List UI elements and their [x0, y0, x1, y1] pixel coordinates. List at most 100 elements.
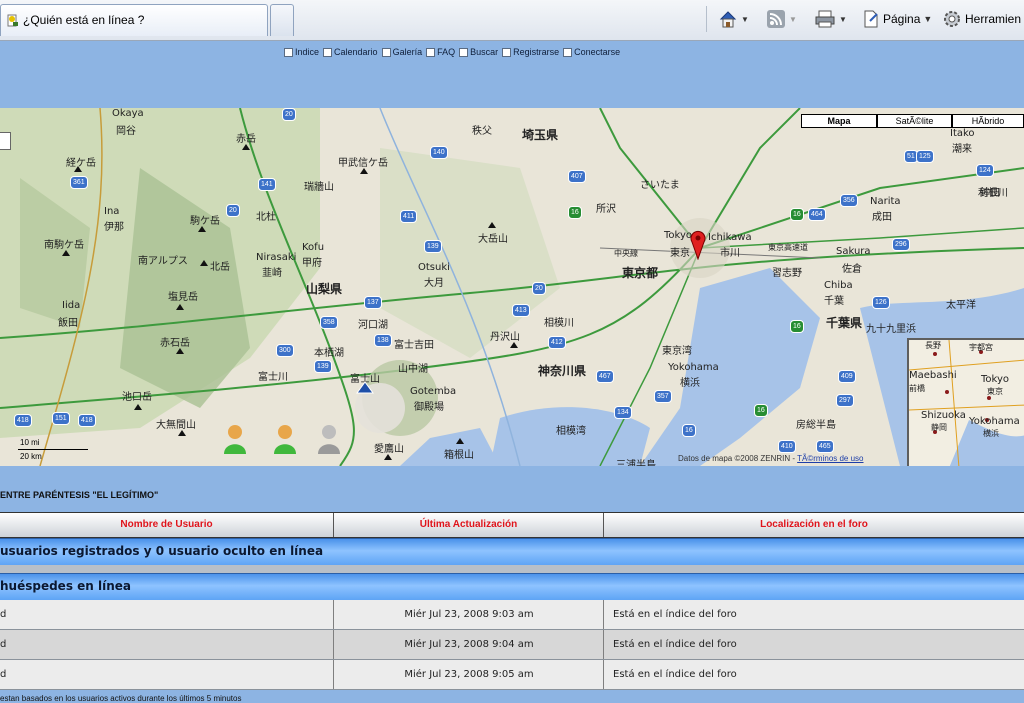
route-shield: 139	[314, 360, 332, 373]
map-label: 潮来	[952, 144, 972, 155]
page-menu-button[interactable]: Página ▼	[862, 8, 932, 30]
map-label: 相模湾	[556, 426, 586, 437]
map-label: 富士吉田	[394, 340, 434, 351]
map-label: 南アルプス	[138, 256, 188, 267]
map-label: 箱根山	[444, 450, 474, 461]
pan-control-button[interactable]	[0, 132, 11, 150]
map-label: 塩見岳	[168, 292, 198, 303]
nav-conectarse-link[interactable]: Conectarse	[563, 47, 620, 57]
map-type-satellite-button[interactable]: SatÃ©lite	[877, 114, 952, 128]
overview-map-background	[909, 340, 1024, 466]
guest-user-gray-icon[interactable]	[316, 423, 342, 455]
login-icon	[563, 47, 573, 57]
online-user-green-icon[interactable]	[272, 423, 298, 455]
map-label: 山中湖	[398, 364, 428, 375]
map-label: Yokohama	[668, 362, 719, 373]
new-tab-button[interactable]	[270, 4, 294, 36]
nav-calendario-link[interactable]: Calendario	[323, 47, 378, 57]
route-shield: 465	[816, 440, 834, 453]
map-label: 伊那	[104, 222, 124, 233]
route-shield: 151	[52, 412, 70, 425]
map-label: 大岳山	[478, 234, 508, 245]
table-header: Nombre de Usuario Última Actualización L…	[0, 512, 1024, 538]
map-type-hybrid-button[interactable]: HÃ­brido	[952, 114, 1024, 128]
printer-icon	[815, 10, 835, 28]
map-label: Sakura	[836, 246, 871, 257]
map-label: 駒ケ岳	[190, 216, 220, 227]
map-label: 南駒ケ岳	[44, 240, 84, 251]
route-shield: 412	[548, 336, 566, 349]
nav-buscar-link[interactable]: Buscar	[459, 47, 498, 57]
map-label: 佐倉	[842, 264, 862, 275]
overview-label: 前橋	[909, 384, 925, 393]
route-shield: 16	[682, 424, 696, 437]
online-user-green-icon[interactable]	[222, 423, 248, 455]
nav-faq-link[interactable]: FAQ	[426, 47, 455, 57]
tools-menu-button[interactable]: Herramien	[942, 8, 1021, 30]
route-shield: 411	[400, 210, 418, 223]
map-type-control: Mapa SatÃ©lite HÃ­brido	[801, 114, 1024, 128]
nav-indice-link[interactable]: Indice	[284, 47, 319, 57]
page-menu-label: Página	[883, 12, 921, 26]
map-type-map-button[interactable]: Mapa	[801, 114, 877, 128]
feeds-button[interactable]: ▼	[766, 8, 797, 30]
mountain-peak-icon	[456, 438, 464, 444]
nav-label: FAQ	[437, 47, 456, 57]
group-guests-label: huéspedes en línea	[0, 579, 132, 593]
scale-km-label: 20 km	[20, 452, 42, 461]
mount-fuji-icon	[356, 381, 374, 394]
forum-nav-links: Indice Calendario Galería FAQ Buscar Reg…	[284, 47, 620, 57]
map-copyright: Datos de mapa ©2008 ZENRIN - TÃ©rminos d…	[678, 454, 864, 463]
map-label: 三浦半島	[616, 460, 656, 466]
table-row: d Miér Jul 23, 2008 9:04 am Está en el í…	[0, 630, 1024, 660]
nav-label: Calendario	[334, 47, 378, 57]
home-button[interactable]: ▼	[718, 8, 749, 30]
mountain-peak-icon	[176, 304, 184, 310]
scale-mi-label: 10 mi	[20, 438, 40, 447]
route-shield: 358	[320, 316, 338, 329]
page-icon	[864, 10, 878, 28]
row-username[interactable]: d	[0, 669, 6, 680]
mountain-peak-icon	[510, 342, 518, 348]
table-row: d Miér Jul 23, 2008 9:03 am Está en el í…	[0, 600, 1024, 630]
search-icon	[459, 47, 469, 57]
terms-of-use-link[interactable]: TÃ©rminos de uso	[797, 454, 863, 463]
location-marker-icon[interactable]	[690, 230, 706, 260]
map-label: 河口湖	[358, 320, 388, 331]
nav-label: Buscar	[470, 47, 499, 57]
google-map[interactable]: Okaya 岡谷 赤岳 秩父 埼玉県 Itako 潮来 経ケ岳 甲武信ケ岳 瑞牆…	[0, 108, 1024, 466]
route-shield: 125	[916, 150, 934, 163]
print-button[interactable]: ▼	[814, 8, 847, 30]
map-label: Ina	[104, 206, 120, 217]
row-username[interactable]: d	[0, 639, 6, 650]
route-shield: 357	[654, 390, 672, 403]
browser-tab-active[interactable]: ¿Quién está en línea ?	[0, 4, 268, 36]
map-label: 中央線	[614, 249, 638, 258]
map-label: 東京	[670, 248, 690, 259]
route-shield: 300	[276, 344, 294, 357]
overview-map[interactable]: 長野 宇都宮 Maebashi 前橋 Tokyo 東京 Shizuoka 静岡 …	[907, 338, 1024, 466]
map-label: 愛鷹山	[374, 444, 404, 455]
map-label: 池口岳	[122, 392, 152, 403]
calendar-icon	[323, 47, 333, 57]
feeds-dropdown-icon[interactable]: ▼	[789, 15, 797, 24]
map-label: 房総半島	[796, 420, 836, 431]
home-dropdown-icon[interactable]: ▼	[741, 15, 749, 24]
mountain-peak-icon	[134, 404, 142, 410]
tab-title: ¿Quién está en línea ?	[23, 13, 145, 27]
section-title: ENTRE PARÉNTESIS "EL LEGÍTIMO"	[0, 490, 159, 500]
nav-galeria-link[interactable]: Galería	[381, 47, 422, 57]
row-username[interactable]: d	[0, 609, 6, 620]
map-label: Itako	[950, 128, 975, 139]
map-label: Okaya	[112, 108, 144, 119]
browser-toolbar: ¿Quién está en línea ? ▼ ▼ ▼ Página ▼ He…	[0, 0, 1024, 41]
nav-registrarse-link[interactable]: Registrarse	[502, 47, 559, 57]
nav-label: Indice	[295, 47, 320, 57]
print-dropdown-icon[interactable]: ▼	[839, 15, 847, 24]
route-shield: 16	[790, 208, 804, 221]
forum-header: Indice Calendario Galería FAQ Buscar Reg…	[0, 41, 1024, 107]
page-menu-dropdown-icon: ▼	[923, 14, 933, 24]
map-label: 所沢	[596, 204, 616, 215]
map-label: 秩父	[472, 126, 492, 137]
map-label: 山梨県	[306, 282, 343, 296]
